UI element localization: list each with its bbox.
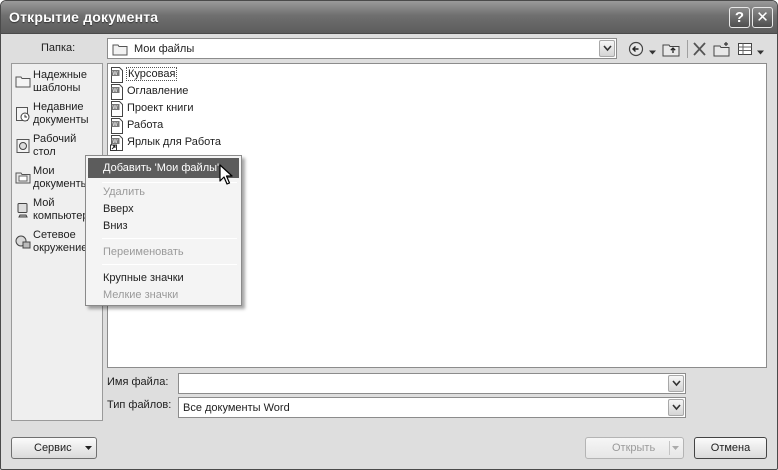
tools-button[interactable]: Сервис: [11, 437, 97, 459]
tools-button-label: Сервис: [34, 442, 72, 454]
help-button[interactable]: ?: [729, 7, 750, 28]
menu-item-delete: Удалить: [103, 186, 145, 198]
menu-item-large-icons[interactable]: Крупные значки: [88, 270, 239, 287]
views-icon[interactable]: [737, 41, 753, 57]
back-icon[interactable]: [628, 41, 644, 57]
word-shortcut-icon: W: [110, 135, 123, 151]
svg-text:W: W: [112, 88, 118, 94]
close-button[interactable]: ✕: [752, 7, 773, 28]
mouse-cursor-icon: [219, 164, 233, 185]
menu-separator: [102, 264, 237, 265]
file-name: Работа: [127, 119, 164, 131]
word-doc-icon: W: [111, 67, 123, 83]
place-label: Сетевое окружение: [33, 229, 88, 254]
filename-label: Имя файла:: [107, 376, 169, 388]
file-name: Ярлык для Работа: [127, 136, 222, 148]
network-icon: [15, 235, 31, 249]
recent-icon: [16, 107, 30, 122]
chevron-down-icon[interactable]: [668, 375, 684, 392]
folder-value: Мои файлы: [134, 43, 195, 55]
filename-input[interactable]: [178, 373, 686, 394]
open-button-label: Открыть: [612, 442, 656, 454]
place-recent-documents[interactable]: Недавние документы: [12, 98, 102, 130]
documents-icon: [15, 172, 31, 184]
split-divider: [669, 441, 670, 455]
views-dropdown-icon[interactable]: [757, 45, 764, 61]
menu-item-rename: Переименовать: [103, 246, 184, 258]
filetype-label: Тип файлов:: [107, 399, 172, 411]
folder-icon: [15, 76, 31, 88]
file-name: Проект книги: [127, 102, 194, 114]
menu-item-move-down[interactable]: Вниз: [88, 218, 239, 235]
menu-separator: [102, 182, 237, 183]
desktop-icon: [16, 139, 30, 153]
dropdown-arrow-icon: [85, 446, 92, 450]
filetype-select[interactable]: Все документы Word: [178, 397, 686, 418]
open-document-dialog: Открытие документа ? ✕ Папка: Мои файлы: [0, 0, 778, 470]
computer-icon: [17, 203, 28, 218]
filetype-value: Все документы Word: [183, 402, 290, 414]
svg-text:W: W: [112, 122, 118, 128]
title-bar[interactable]: Открытие документа ? ✕: [1, 1, 777, 34]
svg-text:W: W: [112, 105, 118, 111]
folder-select[interactable]: Мои файлы: [107, 38, 617, 59]
chevron-down-icon[interactable]: [599, 40, 615, 57]
place-trusted-templates[interactable]: Надежные шаблоны: [12, 66, 102, 98]
back-dropdown-icon[interactable]: [649, 45, 656, 61]
file-name: Оглавление: [127, 85, 189, 97]
dropdown-arrow-icon[interactable]: [672, 446, 679, 451]
folder-label: Папка:: [41, 42, 76, 54]
word-doc-icon: W: [111, 118, 123, 134]
menu-item-move-up[interactable]: Вверх: [88, 201, 239, 218]
place-label: Надежные шаблоны: [33, 69, 87, 94]
menu-item-small-icons: Мелкие значки: [103, 289, 179, 301]
chevron-down-icon[interactable]: [668, 399, 684, 416]
window-title: Открытие документа: [9, 9, 159, 25]
cancel-button[interactable]: Отмена: [694, 437, 767, 459]
menu-item-add-to-places[interactable]: Добавить 'Мои файлы': [88, 158, 239, 178]
place-label: Рабочий стол: [33, 133, 77, 158]
up-folder-icon[interactable]: [662, 41, 680, 57]
menu-separator: [102, 238, 237, 239]
word-doc-icon: W: [111, 84, 123, 100]
toolbar-separator: [687, 40, 688, 58]
place-label: Недавние документы: [33, 101, 89, 126]
open-button[interactable]: Открыть: [585, 437, 684, 459]
file-name: Курсовая: [126, 67, 178, 81]
place-label: Мой компьютер: [33, 197, 89, 222]
new-folder-icon[interactable]: [713, 41, 730, 57]
svg-text:W: W: [112, 71, 118, 77]
svg-text:W: W: [112, 139, 118, 145]
folder-icon: [112, 44, 128, 56]
word-doc-icon: W: [111, 101, 123, 117]
delete-icon[interactable]: [692, 41, 707, 57]
place-label: Мои документы: [33, 165, 89, 190]
